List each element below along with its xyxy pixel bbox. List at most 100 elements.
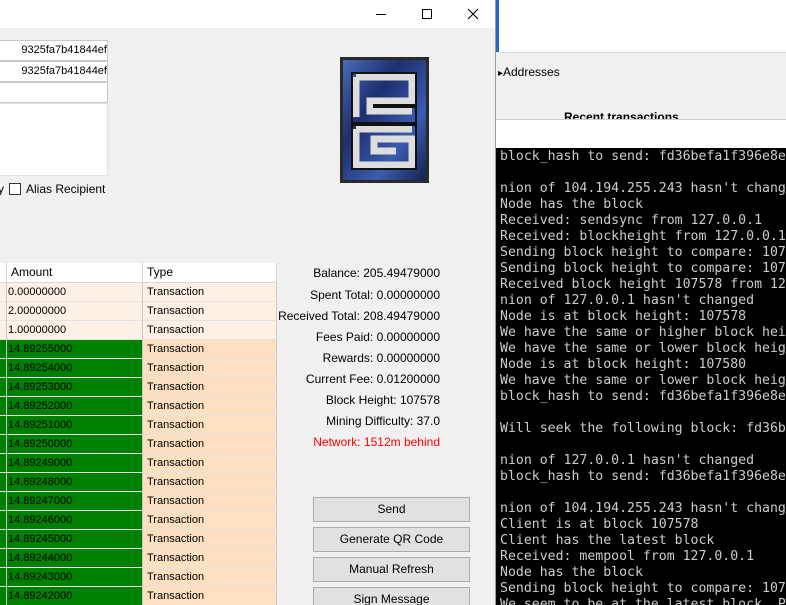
console-line: We have the same or lower block heigh — [500, 373, 786, 388]
sign-message-button[interactable]: Sign Message — [313, 587, 470, 605]
recipient-address-field[interactable]: 9325fa7b41844ef — [0, 40, 108, 61]
table-row[interactable]: 14.89246000 Transaction — [0, 511, 277, 530]
explorer-header — [496, 0, 786, 53]
option-label-fragment: y — [0, 182, 4, 196]
amount-cell: 14.89246000 — [7, 511, 143, 530]
console-line: block_hash to send: fd36befa1f396e8e — [500, 149, 786, 164]
amount-field[interactable] — [0, 82, 108, 103]
spent-total-text: Spent Total: 0.00000000 — [310, 288, 440, 302]
console-line: Received: blockheight from 127.0.0.1 — [500, 229, 786, 244]
received-total-text: Received Total: 208.49479000 — [278, 309, 440, 323]
console-line: Sending block height to compare: 1075 — [500, 245, 786, 260]
console-line: Node has the block — [500, 565, 643, 580]
explorer-window: ▸Addresses Recent transactions — [496, 0, 786, 148]
table-row[interactable]: 14.89248000 Transaction — [0, 473, 277, 492]
console-line: Client has the latest block — [500, 533, 715, 548]
table-row[interactable]: 14.89253000 Transaction — [0, 378, 277, 397]
amount-cell: 1.00000000 — [7, 321, 143, 340]
prior-col-cell — [0, 587, 7, 605]
wallet-window: 9325fa7b41844ef 9325fa7b41844ef y Alias … — [0, 0, 496, 605]
table-row[interactable]: 14.89254000 Transaction — [0, 359, 277, 378]
amount-cell: 14.89252000 — [7, 397, 143, 416]
console-line: nion of 104.194.255.243 hasn't change — [500, 501, 786, 516]
console-line: We have the same or higher block heig — [500, 325, 786, 340]
amount-cell: 14.89255000 — [7, 340, 143, 359]
prior-col-cell — [0, 283, 7, 302]
table-row[interactable]: 14.89250000 Transaction — [0, 435, 277, 454]
amount-cell: 14.89251000 — [7, 416, 143, 435]
amount-cell: 14.89245000 — [7, 530, 143, 549]
prior-col-cell — [0, 568, 7, 587]
table-row[interactable]: 14.89251000 Transaction — [0, 416, 277, 435]
table-row[interactable]: 14.89242000 Transaction — [0, 587, 277, 605]
amount-cell: 14.89244000 — [7, 549, 143, 568]
console-line: block_hash to send: fd36befa1f396e8e — [500, 389, 786, 404]
prior-col-cell — [0, 473, 7, 492]
transactions-table[interactable]: Amount Type 0.00000000 Transaction 2.00000… — [0, 263, 277, 605]
console-line: Received: sendsync from 127.0.0.1 — [500, 213, 763, 228]
console-line: block_hash to send: fd36befa1f396e8e — [500, 469, 786, 484]
prior-col-cell — [0, 359, 7, 378]
send-button[interactable]: Send — [313, 497, 470, 522]
message-input[interactable] — [0, 103, 108, 176]
amount-cell: 14.89253000 — [7, 378, 143, 397]
table-row[interactable]: 14.89255000 Transaction — [0, 340, 277, 359]
addresses-tab-label: Addresses — [503, 65, 560, 79]
block-height-text: Block Height: 107578 — [325, 393, 440, 407]
amount-cell: 14.89243000 — [7, 568, 143, 587]
amount-cell: 14.89254000 — [7, 359, 143, 378]
table-row[interactable]: 14.89245000 Transaction — [0, 530, 277, 549]
type-cell: Transaction — [143, 587, 277, 605]
console-line: We have the same or lower block heigh — [500, 341, 786, 356]
console-line: Sending block height to compare: 1075 — [500, 261, 786, 276]
table-row[interactable]: 0.00000000 Transaction — [0, 283, 277, 302]
table-header: Amount Type — [0, 263, 277, 283]
table-row[interactable]: 1.00000000 Transaction — [0, 321, 277, 340]
amount-cell: 14.89242000 — [7, 587, 143, 605]
type-cell: Transaction — [143, 492, 277, 511]
amount-cell: 14.89248000 — [7, 473, 143, 492]
console-line: nion of 127.0.0.1 hasn't changed — [500, 293, 755, 308]
table-row[interactable]: 14.89244000 Transaction — [0, 549, 277, 568]
prior-col-cell — [0, 530, 7, 549]
table-row[interactable]: 14.89243000 Transaction — [0, 568, 277, 587]
console-line: Will seek the following block: fd36b — [500, 421, 786, 436]
header-amount[interactable]: Amount — [7, 263, 143, 283]
table-row[interactable]: 14.89247000 Transaction — [0, 492, 277, 511]
console-line: Node is at block height: 107578 — [500, 309, 747, 324]
network-status-text: Network: 1512m behind — [313, 435, 440, 449]
type-cell: Transaction — [143, 473, 277, 492]
console-line: Node is at block height: 107580 — [500, 357, 747, 372]
console-line: Received: mempool from 127.0.0.1 — [500, 549, 755, 564]
table-row[interactable]: 14.89249000 Transaction — [0, 454, 277, 473]
console-line: Node has the block — [500, 197, 643, 212]
alias-recipient-checkbox[interactable] — [9, 183, 21, 195]
prior-col-cell — [0, 454, 7, 473]
manual-refresh-button[interactable]: Manual Refresh — [313, 557, 470, 582]
explorer-content — [496, 119, 786, 148]
table-row[interactable]: 2.00000000 Transaction — [0, 302, 277, 321]
prior-col-cell — [0, 511, 7, 530]
prior-col-cell — [0, 321, 7, 340]
change-address-field[interactable]: 9325fa7b41844ef — [0, 61, 108, 82]
prior-col-cell — [0, 397, 7, 416]
generate-qr-button[interactable]: Generate QR Code — [313, 527, 470, 552]
amount-cell: 14.89249000 — [7, 454, 143, 473]
console-line: nion of 127.0.0.1 hasn't changed — [500, 453, 755, 468]
type-cell: Transaction — [143, 454, 277, 473]
type-cell: Transaction — [143, 568, 277, 587]
node-console[interactable]: block_hash to send: fd36befa1f396e8e nion… — [496, 148, 786, 605]
addresses-tab[interactable]: ▸Addresses — [496, 58, 560, 86]
prior-col-cell — [0, 302, 7, 321]
prior-col-cell — [0, 378, 7, 397]
amount-cell: 14.89247000 — [7, 492, 143, 511]
table-row[interactable]: 14.89252000 Transaction — [0, 397, 277, 416]
mining-difficulty-text: Mining Difficulty: 37.0 — [326, 414, 440, 428]
amount-cell: 0.00000000 — [7, 283, 143, 302]
amount-cell: 2.00000000 — [7, 302, 143, 321]
console-line: nion of 104.194.255.243 hasn't changed — [500, 181, 786, 196]
balance-text: Balance: 205.49479000 — [313, 266, 440, 280]
close-icon — [467, 8, 479, 20]
fees-paid-text: Fees Paid: 0.00000000 — [315, 330, 440, 344]
prior-col-cell — [0, 549, 7, 568]
